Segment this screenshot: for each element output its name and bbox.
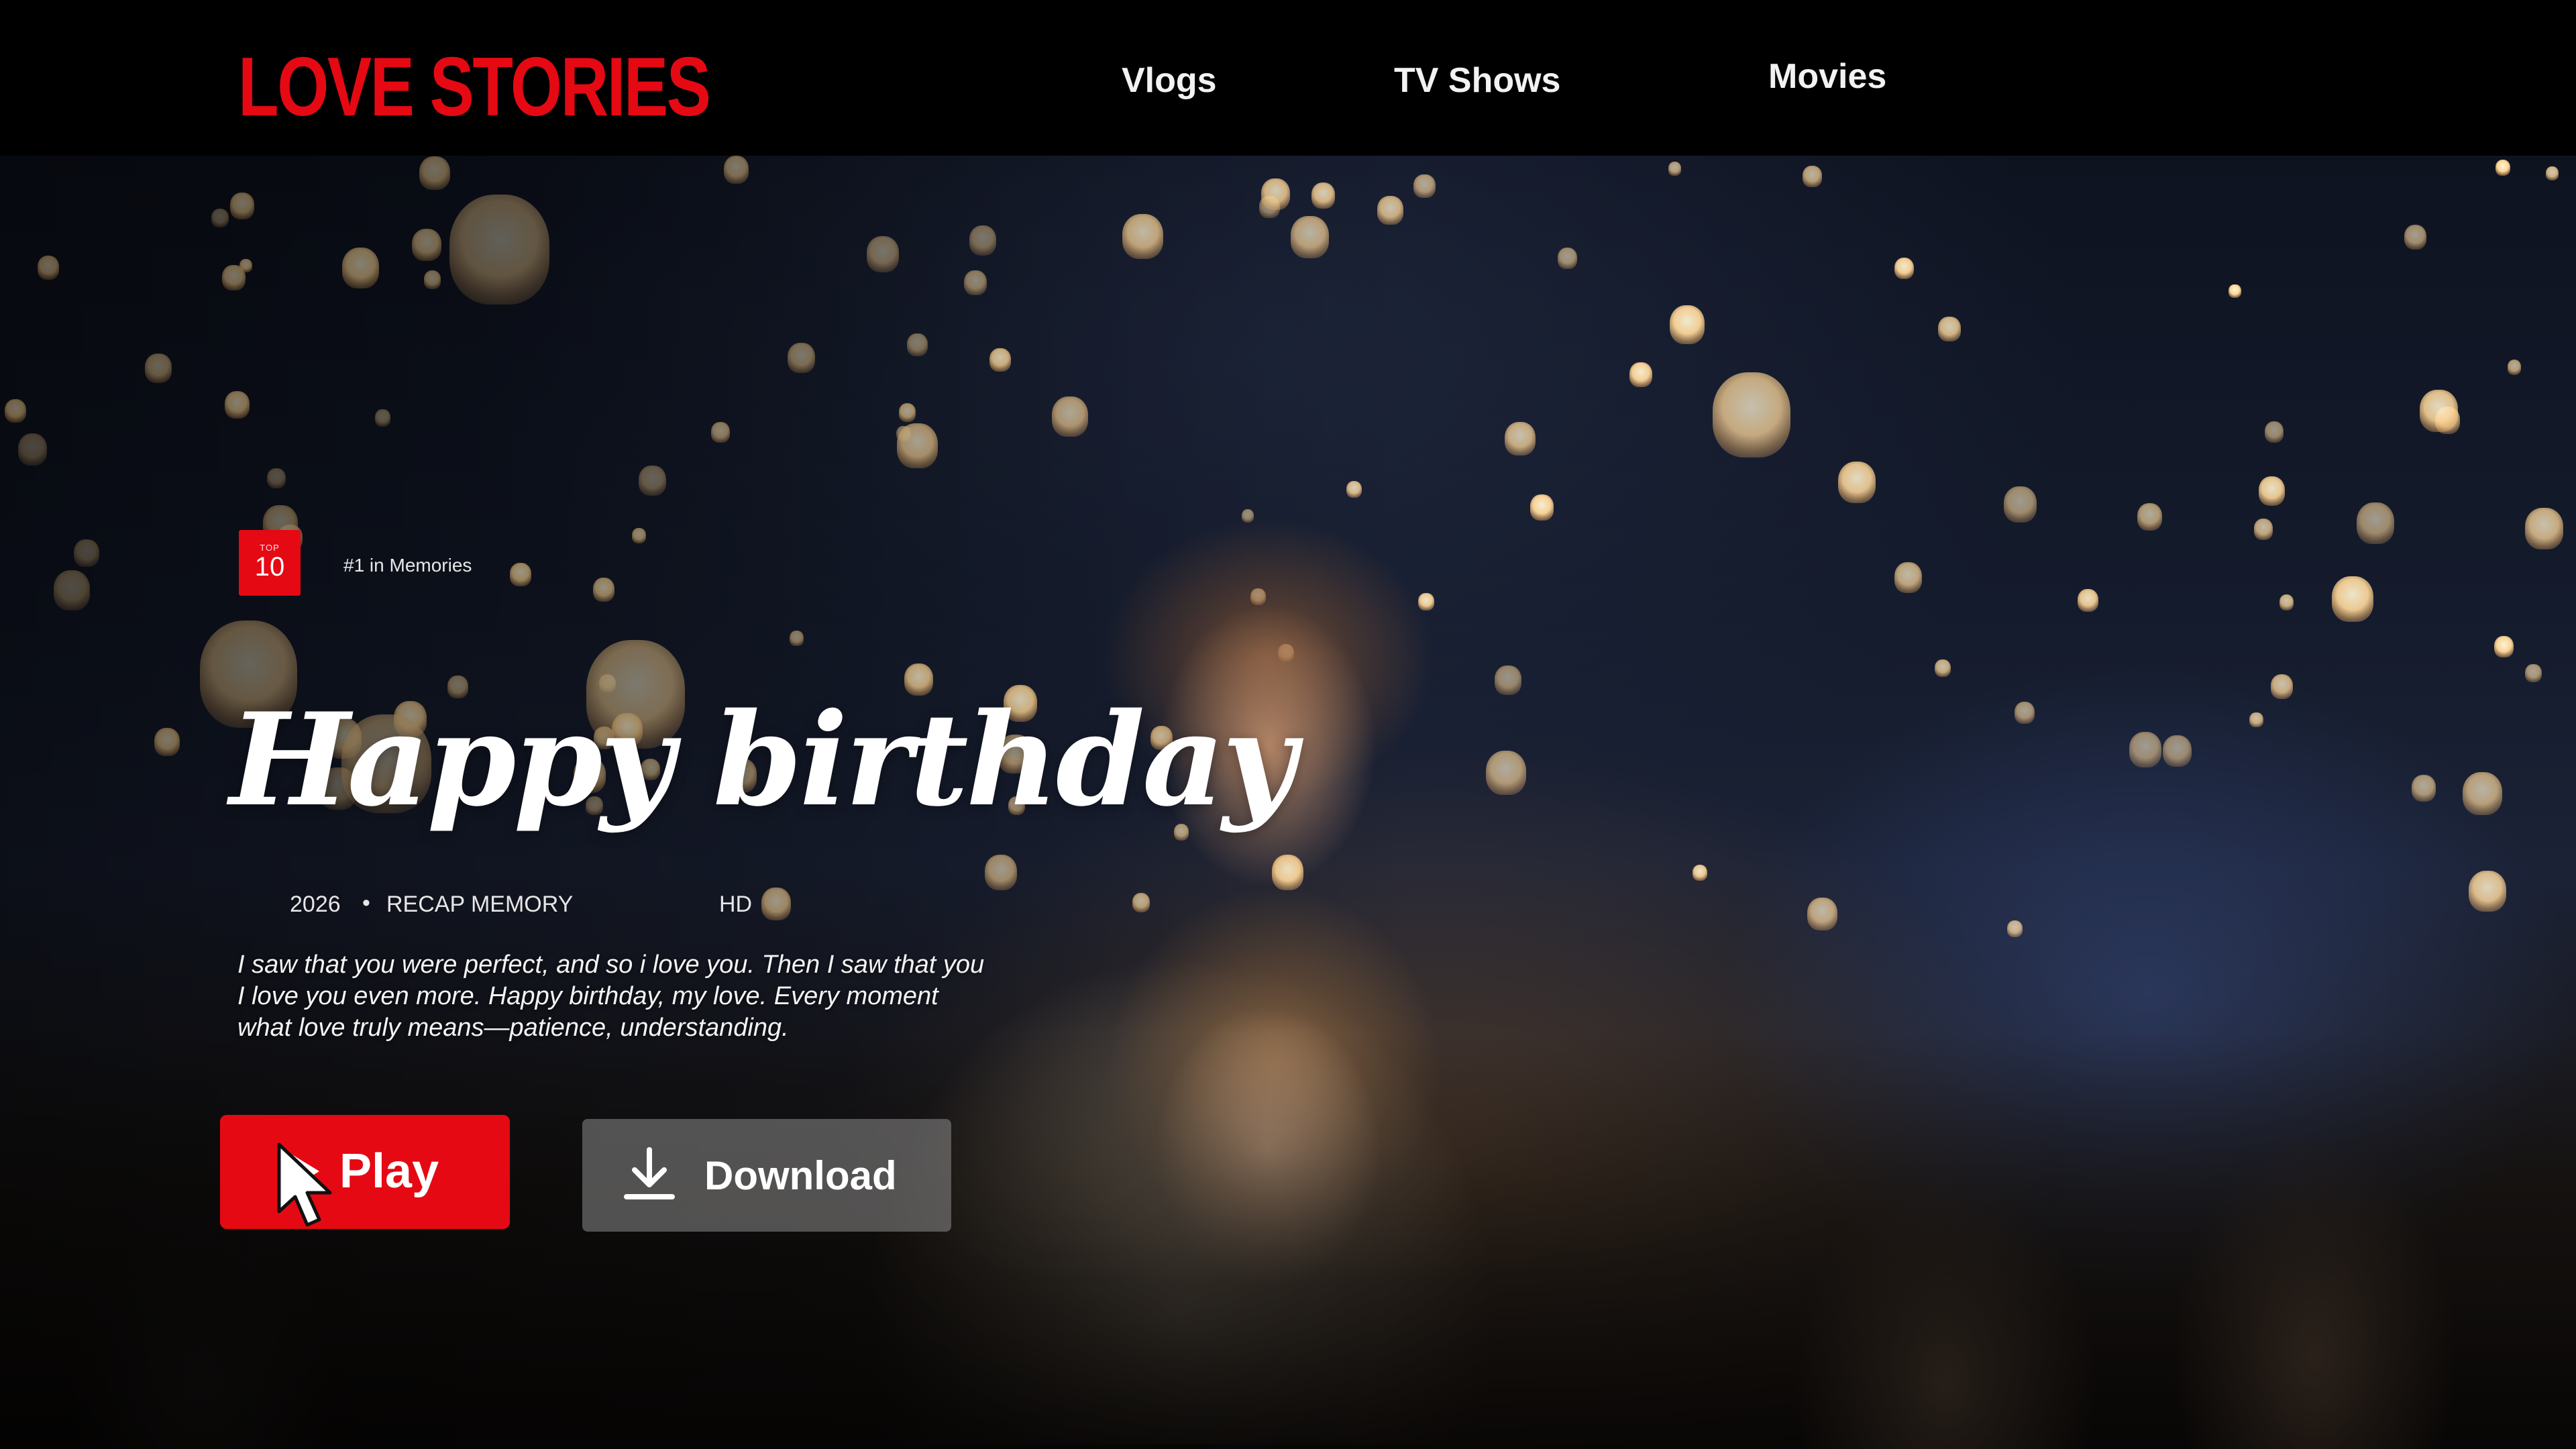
meta-quality-badge: HD [719,892,753,917]
nav-tv-shows[interactable]: TV Shows [1394,59,1560,102]
download-button[interactable]: Download [582,1119,951,1232]
meta-separator: • [362,890,370,916]
description-line: I love you even more. Happy birthday, my… [237,982,938,1010]
top10-badge-label: TOP [260,543,280,553]
description-line: what love truly means—patience, understa… [237,1014,789,1042]
download-icon [624,1147,675,1199]
play-button[interactable]: Play [220,1115,510,1229]
play-button-label: Play [339,1144,439,1198]
mouse-cursor-icon [277,1142,332,1227]
nav-movies[interactable]: Movies [1768,55,1886,98]
nav-vlogs[interactable]: Vlogs [1122,59,1217,102]
hero-content: TOP 10 #1 in Memories Happy birthday 202… [0,0,2576,1449]
meta-genre: RECAP MEMORY [386,892,574,917]
top-navigation-bar: LOVE STORIES Vlogs TV Shows Movies [0,0,2576,156]
download-button-label: Download [704,1153,897,1198]
brand-logo[interactable]: LOVE STORIES [238,40,711,134]
meta-year: 2026 [290,892,341,917]
hero-title: Happy birthday [229,685,1296,835]
description-line: I saw that you were perfect, and so i lo… [237,951,985,979]
top10-badge: TOP 10 [239,530,301,596]
top10-badge-number: 10 [254,552,285,582]
hero-description: I saw that you were perfect, and so i lo… [237,949,1177,1044]
rank-text: #1 in Memories [343,555,472,576]
